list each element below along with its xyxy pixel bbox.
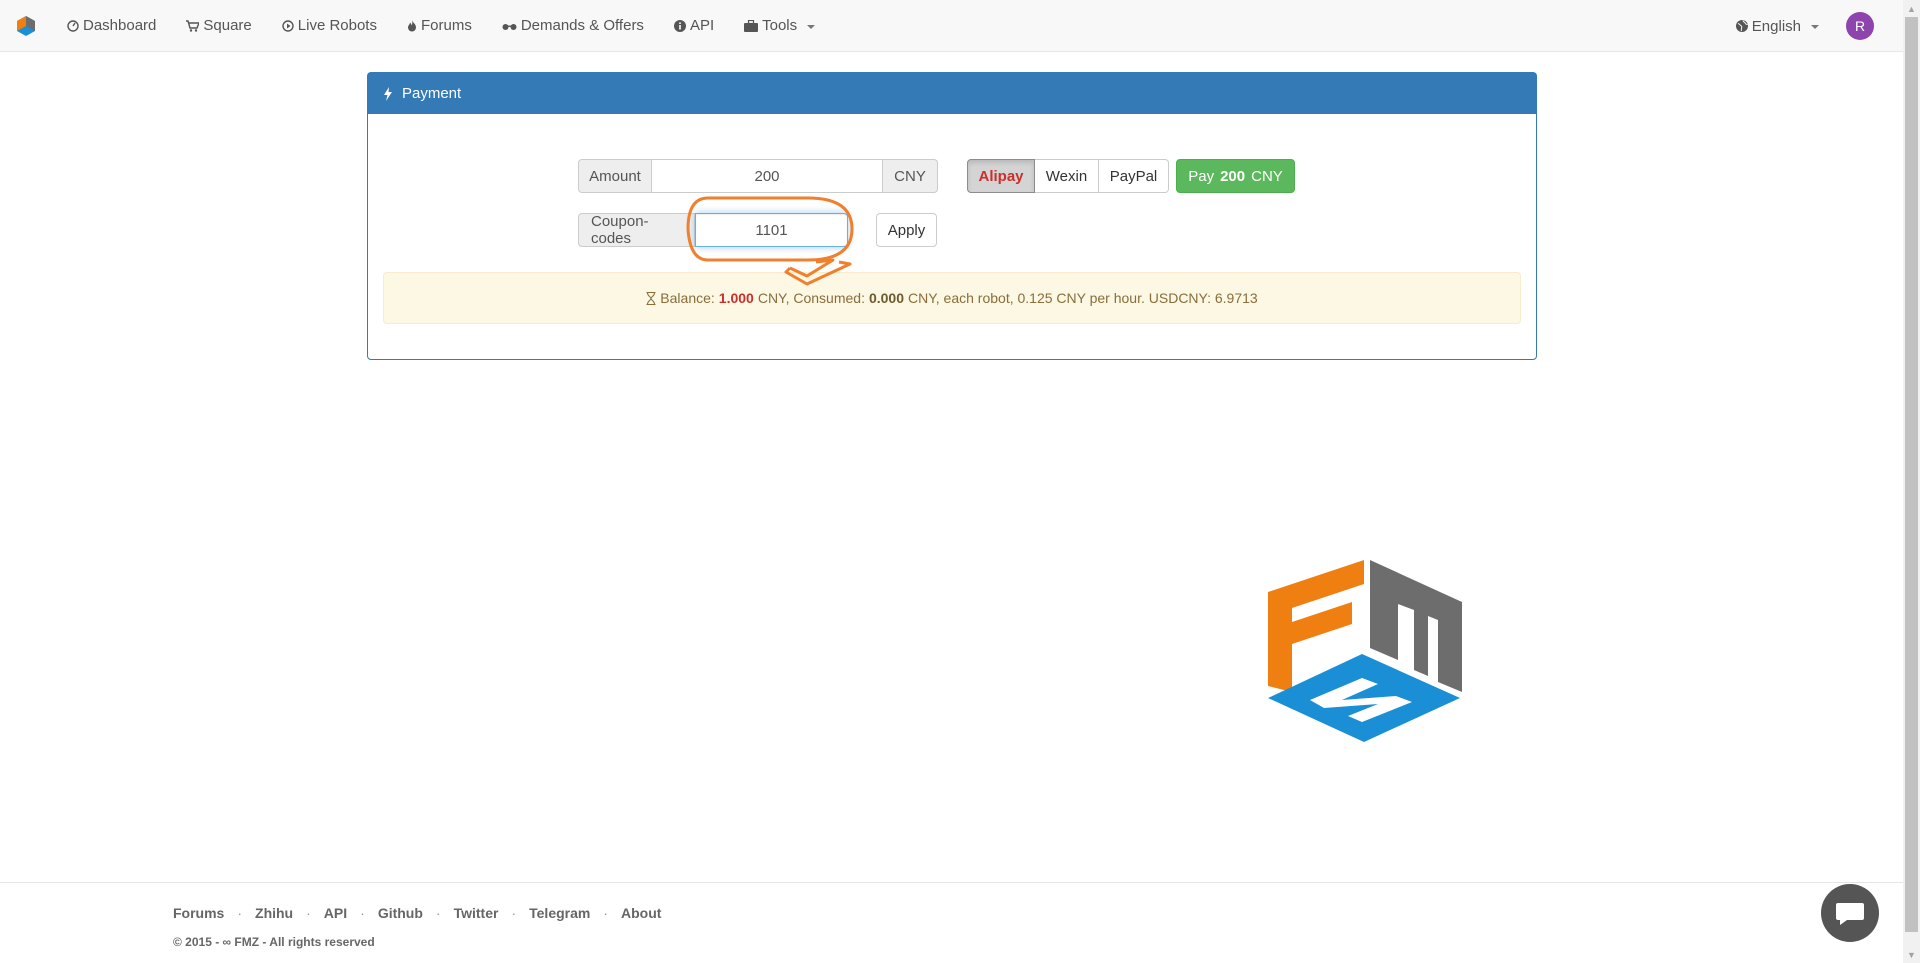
pay-prefix: Pay	[1188, 167, 1215, 185]
consumed-value: 0.000	[868, 290, 905, 306]
amount-label: Amount	[578, 159, 652, 193]
nav-forums[interactable]: Forums	[392, 0, 487, 52]
separator-dot: ·	[603, 905, 609, 921]
balance-alert: Balance: 1.000 CNY, Consumed: 0.000 CNY,…	[383, 272, 1521, 324]
payment-panel: Payment Amount CNY Alipay Wexin PayPal P…	[367, 72, 1537, 360]
fire-icon	[407, 19, 416, 31]
paypal-button[interactable]: PayPal	[1099, 159, 1169, 193]
globe-icon	[1735, 20, 1748, 32]
chat-icon	[1836, 903, 1864, 925]
coupon-input-group: Coupon-codes	[578, 213, 848, 247]
footer-link-zhihu[interactable]: Zhihu	[255, 905, 293, 921]
alipay-button[interactable]: Alipay	[967, 159, 1035, 193]
scroll-thumb[interactable]	[1905, 17, 1918, 932]
language-label: English	[1751, 17, 1801, 35]
nav-live-robots-label: Live Robots	[297, 17, 377, 34]
pay-button[interactable]: Pay 200 CNY	[1176, 159, 1295, 193]
pay-amount: 200	[1220, 167, 1246, 185]
nav-forums-label: Forums	[420, 17, 472, 34]
cart-icon	[186, 19, 200, 32]
dashboard-icon	[67, 19, 79, 32]
chat-button[interactable]	[1821, 884, 1879, 942]
language-dropdown[interactable]: English	[1721, 0, 1834, 52]
nav-live-robots[interactable]: Live Robots	[267, 0, 392, 52]
scroll-up-icon[interactable]: ▲	[1903, 0, 1920, 17]
info-icon	[673, 19, 686, 32]
balance-rest: CNY, each robot, 0.125 CNY per hour. USD…	[908, 290, 1258, 306]
payment-method-group: Alipay Wexin PayPal	[967, 159, 1169, 193]
nav-square[interactable]: Square	[171, 0, 266, 52]
apply-button[interactable]: Apply	[876, 213, 937, 247]
fmz-brand-logo	[1268, 560, 1462, 742]
avatar[interactable]: R	[1846, 12, 1874, 40]
separator-dot: ·	[360, 905, 365, 921]
nav-demands-offers[interactable]: Demands & Offers	[487, 0, 659, 52]
panel-heading: Payment	[368, 73, 1536, 114]
pay-currency: CNY	[1251, 167, 1283, 185]
separator-dot: ·	[511, 905, 517, 921]
chevron-down-icon	[1811, 25, 1819, 29]
scroll-down-icon[interactable]: ▼	[1903, 946, 1920, 963]
glasses-icon	[502, 23, 517, 30]
footer-link-about[interactable]: About	[621, 905, 661, 921]
nav-dashboard[interactable]: Dashboard	[52, 0, 171, 52]
separator-dot: ·	[237, 905, 243, 921]
apply-button-wrap: Apply	[876, 213, 937, 247]
separator-dot: ·	[306, 905, 311, 921]
nav-tools-label: Tools	[762, 17, 798, 34]
panel-title: Payment	[402, 85, 462, 102]
amount-input[interactable]	[652, 159, 882, 193]
nav-api-label: API	[689, 17, 715, 34]
amount-input-group: Amount CNY	[578, 159, 938, 193]
top-navbar: Dashboard Square Live Robots Forums Dema…	[0, 0, 1903, 52]
nav-api[interactable]: API	[659, 0, 729, 52]
nav-dashboard-label: Dashboard	[83, 17, 157, 34]
amount-currency: CNY	[882, 159, 938, 193]
nav-right: English R	[1721, 0, 1903, 52]
hourglass-icon	[646, 291, 656, 305]
page-scrollbar[interactable]: ▲ ▼	[1903, 0, 1920, 963]
footer-link-forums[interactable]: Forums	[173, 905, 224, 921]
coupon-label: Coupon-codes	[578, 213, 695, 247]
footer-links: Forums · Zhihu · API · Github · Twitter · Tel…	[173, 905, 661, 921]
nav-tools-dropdown[interactable]: Tools	[729, 0, 830, 52]
balance-label: Balance:	[660, 290, 715, 306]
wexin-button[interactable]: Wexin	[1035, 159, 1099, 193]
footer-link-api[interactable]: API	[324, 905, 347, 921]
chevron-down-icon	[807, 24, 816, 29]
nav-square-label: Square	[203, 17, 252, 34]
coupon-input[interactable]	[695, 213, 848, 247]
brand-logo[interactable]	[0, 0, 52, 52]
balance-value: 1.000	[718, 290, 754, 306]
briefcase-icon	[744, 19, 759, 32]
balance-unit: CNY, Consumed:	[757, 290, 865, 306]
footer: Forums · Zhihu · API · Github · Twitter · Tel…	[0, 882, 1903, 963]
copyright: © 2015 - ∞ FMZ - All rights reserved	[173, 935, 375, 949]
pay-button-wrap: Pay 200 CNY	[1176, 159, 1295, 193]
bolt-icon	[384, 86, 392, 101]
play-circle-icon	[282, 19, 294, 32]
separator-dot: ·	[435, 905, 441, 921]
footer-link-telegram[interactable]: Telegram	[529, 905, 590, 921]
footer-link-github[interactable]: Github	[378, 905, 423, 921]
nav-demands-offers-label: Demands & Offers	[520, 17, 644, 34]
fmz-logo-icon	[17, 15, 35, 36]
footer-link-twitter[interactable]: Twitter	[454, 905, 499, 921]
